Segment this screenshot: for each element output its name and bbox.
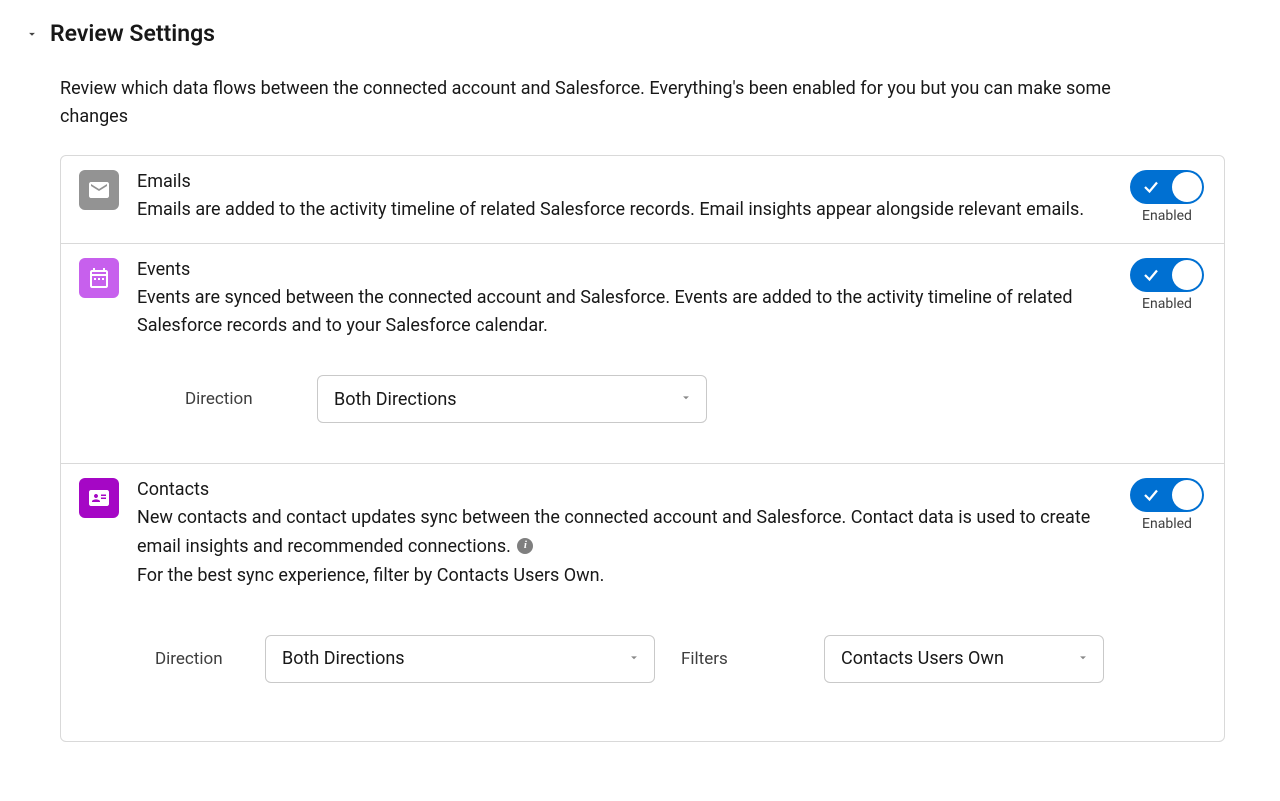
collapse-chevron-icon[interactable]: [24, 26, 40, 42]
events-toggle-label: Enabled: [1142, 296, 1192, 312]
check-icon: [1142, 178, 1160, 196]
emails-toggle-label: Enabled: [1142, 208, 1192, 224]
events-title: Events: [137, 259, 1110, 280]
emails-description: Emails are added to the activity timelin…: [137, 196, 1110, 225]
check-icon: [1142, 486, 1160, 504]
emails-toggle[interactable]: [1130, 170, 1204, 204]
events-direction-label: Direction: [137, 389, 297, 409]
contacts-description: New contacts and contact updates sync be…: [137, 504, 1110, 590]
calendar-icon: [79, 258, 119, 298]
contacts-desc-line1: New contacts and contact updates sync be…: [137, 507, 1090, 557]
emails-card: Emails Emails are added to the activity …: [61, 156, 1224, 244]
events-toggle[interactable]: [1130, 258, 1204, 292]
events-card: Events Events are synced between the con…: [61, 244, 1224, 465]
page-description: Review which data flows between the conn…: [60, 75, 1170, 131]
check-icon: [1142, 266, 1160, 284]
settings-card-list: Emails Emails are added to the activity …: [60, 155, 1225, 742]
contacts-toggle-label: Enabled: [1142, 516, 1192, 532]
emails-title: Emails: [137, 171, 1110, 192]
page-title: Review Settings: [50, 20, 215, 47]
contacts-desc-line2: For the best sync experience, filter by …: [137, 565, 604, 586]
events-description: Events are synced between the connected …: [137, 284, 1110, 342]
contacts-filters-label: Filters: [681, 649, 728, 669]
info-icon[interactable]: i: [517, 538, 533, 554]
contacts-filters-value: Contacts Users Own: [841, 648, 1004, 669]
contacts-toggle[interactable]: [1130, 478, 1204, 512]
contacts-direction-value: Both Directions: [282, 648, 405, 669]
events-direction-select[interactable]: Both Directions: [317, 375, 707, 423]
contacts-card: Contacts New contacts and contact update…: [61, 464, 1224, 740]
contacts-direction-label: Direction: [137, 649, 247, 669]
events-direction-value: Both Directions: [334, 389, 457, 410]
contacts-filters-select[interactable]: Contacts Users Own: [824, 635, 1104, 683]
email-icon: [79, 170, 119, 210]
contacts-direction-select[interactable]: Both Directions: [265, 635, 655, 683]
contacts-title: Contacts: [137, 479, 1110, 500]
contact-card-icon: [79, 478, 119, 518]
